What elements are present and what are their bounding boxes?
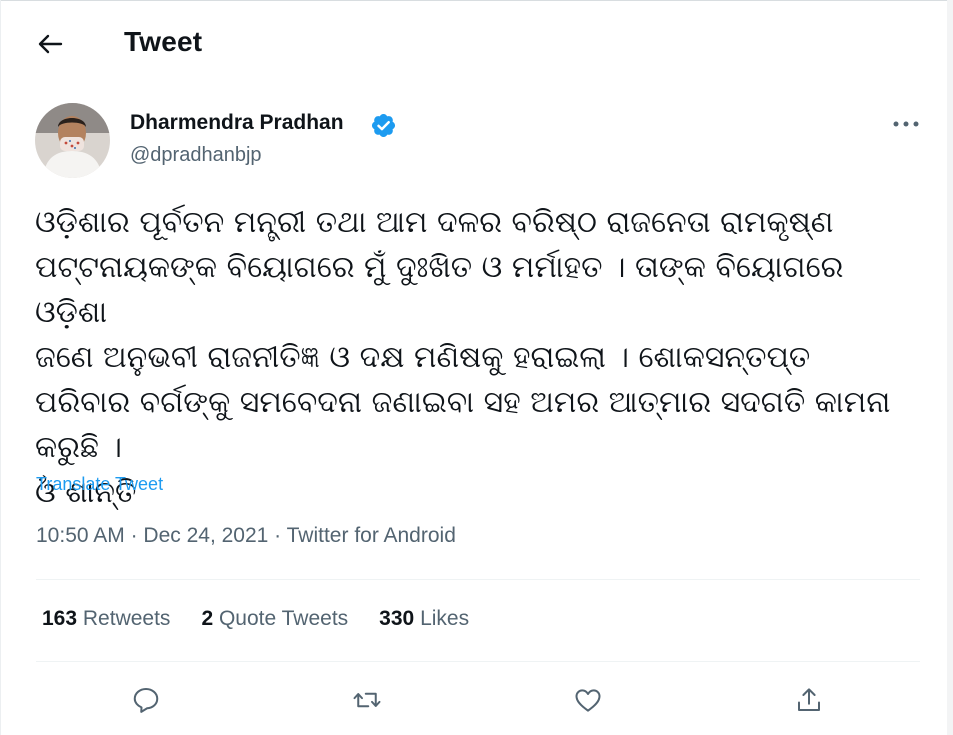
- share-button[interactable]: [789, 680, 829, 720]
- meta-separator: ·: [268, 524, 287, 547]
- window-left-border: [0, 0, 1, 735]
- more-options-button[interactable]: [884, 110, 928, 138]
- likes-label: Likes: [420, 607, 470, 630]
- action-bar: [0, 672, 947, 727]
- arrow-left-icon: [38, 34, 63, 54]
- translate-tweet-link[interactable]: Translate Tweet: [36, 474, 163, 495]
- avatar[interactable]: [35, 103, 110, 178]
- tweet-metadata: 10:50 AM · Dec 24, 2021 · Twitter for An…: [36, 524, 456, 548]
- engagement-stats: 163 Retweets 2 Quote Tweets 330 Likes: [42, 607, 500, 631]
- heart-icon: [575, 689, 601, 712]
- retweets-stat[interactable]: 163 Retweets: [42, 607, 170, 631]
- more-horizontal-icon: [893, 121, 919, 127]
- divider: [36, 579, 920, 580]
- meta-separator: ·: [124, 524, 144, 547]
- tweet-text: ଓଡ଼ିଶାର ପୂର୍ବତନ ମନ୍ତ୍ରୀ ତଥା ଆମ ଦଳର ବରିଷ୍…: [35, 205, 891, 510]
- share-icon: [798, 688, 820, 711]
- tweet-source[interactable]: Twitter for Android: [287, 524, 456, 547]
- reply-button[interactable]: [126, 680, 166, 720]
- quote-tweets-stat[interactable]: 2 Quote Tweets: [201, 607, 348, 631]
- retweets-label: Retweets: [82, 607, 171, 630]
- author-name[interactable]: Dharmendra Pradhan: [130, 111, 344, 135]
- divider: [36, 661, 920, 662]
- window-right-border: [947, 0, 953, 735]
- page-title: Tweet: [124, 26, 203, 57]
- tweet-date[interactable]: Dec 24, 2021: [143, 524, 268, 547]
- tweet-time[interactable]: 10:50 AM: [36, 524, 125, 547]
- quote-tweets-label: Quote Tweets: [218, 607, 349, 630]
- quote-tweets-count: 2: [201, 607, 214, 630]
- like-button[interactable]: [568, 680, 608, 720]
- retweet-button[interactable]: [347, 680, 387, 720]
- retweet-icon: [353, 692, 381, 708]
- page-header: Tweet: [0, 0, 947, 88]
- likes-stat[interactable]: 330 Likes: [379, 607, 469, 631]
- reply-icon: [133, 688, 159, 713]
- avatar-image: [35, 103, 110, 178]
- back-button[interactable]: [30, 25, 70, 63]
- author-handle[interactable]: @dpradhanbjp: [130, 144, 262, 167]
- likes-count: 330: [379, 607, 415, 630]
- verified-badge-icon: [371, 113, 396, 138]
- retweets-count: 163: [42, 607, 78, 630]
